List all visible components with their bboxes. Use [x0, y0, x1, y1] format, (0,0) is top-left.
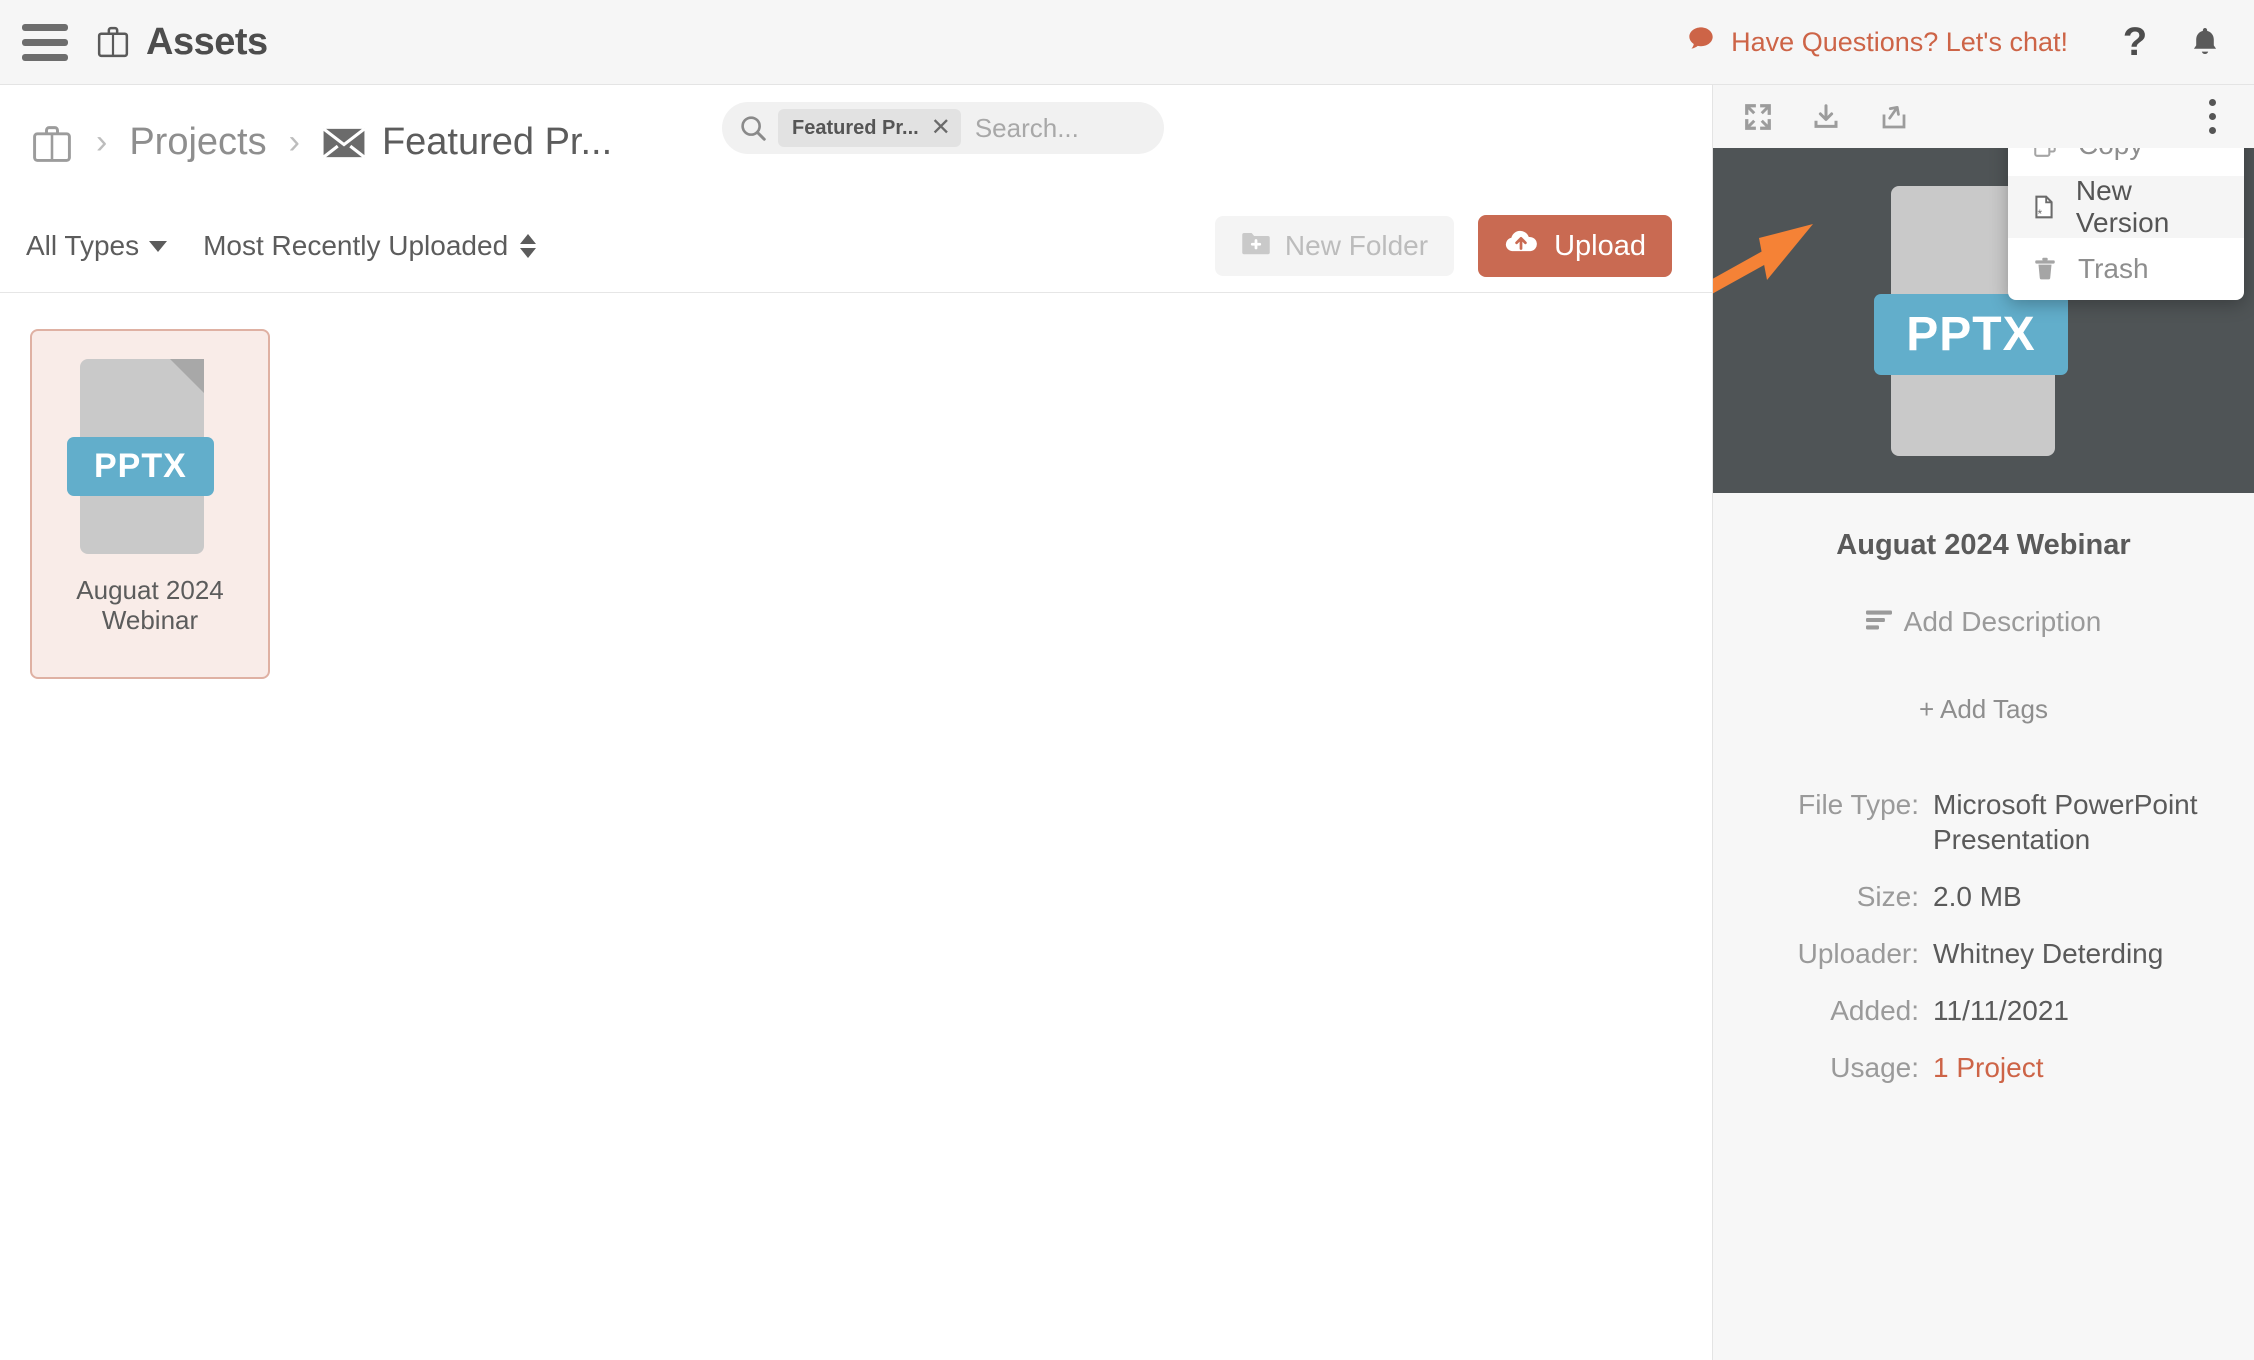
metadata-row-usage: Usage: 1 Project	[1737, 1050, 2230, 1085]
upload-label: Upload	[1554, 229, 1646, 262]
asset-grid: PPTX Auguat 2024 Webinar	[0, 293, 1712, 715]
chevron-down-icon	[149, 240, 168, 252]
metadata-value: 2.0 MB	[1933, 881, 2022, 912]
metadata-key: Usage:	[1830, 1052, 1919, 1083]
breadcrumb-row: › Projects › Featured Pr... Featured Pr.…	[0, 85, 1712, 200]
cloud-upload-icon	[1504, 229, 1538, 263]
asset-card[interactable]: PPTX Auguat 2024 Webinar	[30, 329, 270, 679]
metadata-row-file-type: File Type: Microsoft PowerPoint Presenta…	[1737, 787, 2230, 857]
top-header-bar: Assets Have Questions? Let's chat! ?	[0, 0, 2254, 85]
copy-icon	[2030, 148, 2060, 158]
svg-text:*: *	[2037, 207, 2042, 220]
add-tags-button[interactable]: + Add Tags	[1737, 694, 2230, 725]
sort-label: Most Recently Uploaded	[203, 230, 509, 261]
chat-link-label: Have Questions? Let's chat!	[1731, 26, 2068, 57]
context-menu-dropdown: Copy * New Version Trash	[2008, 148, 2244, 300]
usage-project-link[interactable]: 1 Project	[1933, 1050, 2230, 1085]
menu-item-copy-label: Copy	[2078, 148, 2143, 161]
asset-card-name: Auguat 2024 Webinar	[76, 575, 224, 635]
menu-item-trash-label: Trash	[2078, 253, 2149, 284]
new-folder-button[interactable]: New Folder	[1214, 216, 1455, 276]
file-extension-badge: PPTX	[66, 437, 214, 496]
chat-link[interactable]: Have Questions? Let's chat!	[1687, 25, 2068, 60]
asset-metadata: File Type: Microsoft PowerPoint Presenta…	[1737, 787, 2230, 1085]
add-description-label: Add Description	[1903, 606, 2102, 637]
briefcase-icon	[96, 24, 130, 60]
metadata-key: Added:	[1830, 995, 1919, 1026]
breadcrumb-current: Featured Pr...	[381, 121, 613, 163]
sort-dropdown[interactable]: Most Recently Uploaded	[203, 230, 537, 262]
sort-arrows-icon	[520, 234, 537, 258]
new-folder-label: New Folder	[1284, 230, 1429, 261]
assets-page: Assets Have Questions? Let's chat! ? › P…	[0, 0, 2254, 1360]
annotation-arrow-icon	[1713, 224, 1813, 294]
search-icon	[736, 113, 770, 143]
breadcrumb-root-briefcase-icon[interactable]	[30, 121, 74, 165]
chat-bubble-icon	[1687, 25, 1715, 60]
search-filter-chip[interactable]: Featured Pr... ✕	[778, 109, 961, 147]
bell-icon[interactable]	[2182, 24, 2228, 60]
menu-item-copy[interactable]: Copy	[2008, 148, 2244, 176]
description-lines-icon	[1865, 606, 1892, 638]
page-title: Assets	[146, 20, 268, 63]
search-input[interactable]: Search...	[975, 113, 1079, 144]
metadata-value: Microsoft PowerPoint Presentation	[1933, 789, 2198, 855]
metadata-row-added: Added: 11/11/2021	[1737, 993, 2230, 1028]
share-icon[interactable]	[1871, 94, 1917, 140]
metadata-row-uploader: Uploader: Whitney Deterding	[1737, 936, 2230, 971]
help-icon[interactable]: ?	[2112, 20, 2158, 65]
menu-item-new-version-label: New Version	[2075, 175, 2170, 238]
asset-title: Auguat 2024 Webinar	[1836, 529, 2131, 561]
type-filter-label: All Types	[26, 230, 140, 261]
folder-plus-icon	[1241, 230, 1271, 263]
add-description-button[interactable]: Add Description	[1865, 606, 2102, 638]
asset-details: Auguat 2024 Webinar Add Description + Ad…	[1713, 493, 2254, 1085]
type-filter-dropdown[interactable]: All Types	[26, 230, 168, 262]
search-bar[interactable]: Featured Pr... ✕ Search...	[722, 102, 1164, 154]
metadata-key: File Type:	[1798, 789, 1919, 820]
kebab-menu-icon[interactable]	[2192, 94, 2232, 140]
envelope-icon	[322, 127, 366, 159]
header-actions: Have Questions? Let's chat! ?	[1687, 20, 2254, 65]
metadata-key: Uploader:	[1797, 938, 1919, 969]
toolbar-actions: New Folder Upload	[1214, 215, 1712, 277]
trash-icon	[2030, 256, 2060, 282]
main-content: › Projects › Featured Pr... Featured Pr.…	[0, 85, 1712, 1360]
menu-item-new-version[interactable]: * New Version	[2008, 175, 2244, 238]
upload-button[interactable]: Upload	[1478, 215, 1672, 277]
panel-toolbar	[1713, 85, 2254, 148]
metadata-value: 11/11/2021	[1933, 995, 2069, 1026]
menu-item-trash[interactable]: Trash	[2008, 238, 2244, 300]
close-icon[interactable]: ✕	[931, 116, 951, 140]
download-icon[interactable]	[1803, 94, 1849, 140]
filter-toolbar: All Types Most Recently Uploaded New Fol…	[0, 200, 1712, 293]
search-chip-label: Featured Pr...	[792, 116, 919, 139]
metadata-row-size: Size: 2.0 MB	[1737, 879, 2230, 914]
preview-extension-badge: PPTX	[1874, 293, 2068, 375]
expand-icon[interactable]	[1735, 94, 1781, 140]
metadata-key: Size:	[1856, 881, 1919, 912]
metadata-value: Whitney Deterding	[1933, 938, 2164, 969]
asset-detail-panel: PPTX Copy * N	[1712, 85, 2254, 1360]
asset-thumbnail: PPTX	[66, 359, 230, 554]
hamburger-menu-icon[interactable]	[22, 22, 68, 62]
breadcrumb-separator-1: ›	[96, 123, 108, 161]
breadcrumb-separator-2: ›	[288, 123, 300, 161]
asset-preview: PPTX Copy * N	[1713, 148, 2254, 493]
pptx-file-icon: PPTX	[66, 359, 230, 554]
new-document-icon: *	[2030, 194, 2058, 220]
breadcrumb-projects[interactable]: Projects	[129, 121, 266, 164]
